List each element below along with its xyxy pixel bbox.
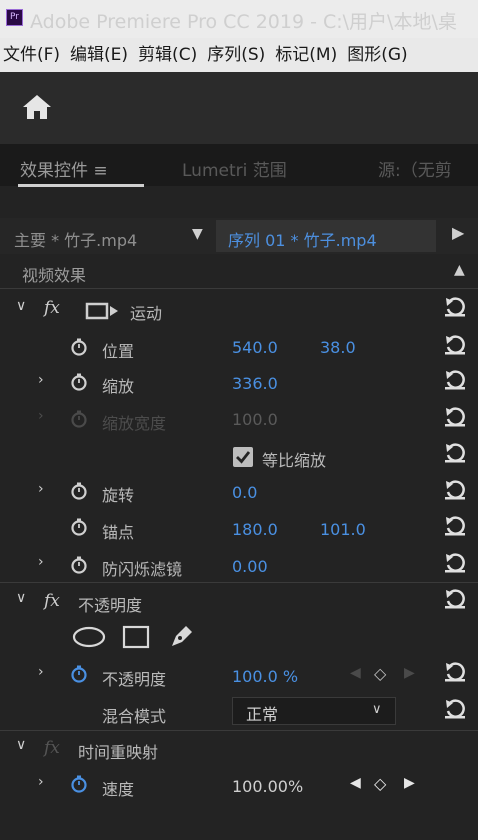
- reset-icon[interactable]: [444, 297, 466, 317]
- scale-label: 缩放: [102, 377, 135, 396]
- opacity-value[interactable]: 100.0 %: [232, 667, 298, 686]
- anti-flicker-label: 防闪烁滤镜: [102, 560, 183, 579]
- sequence-clip-label[interactable]: 序列 01 * 竹子.mp4: [228, 227, 377, 251]
- menu-sequence[interactable]: 序列(S): [204, 38, 272, 72]
- scale-width-value: 100.0: [232, 410, 278, 429]
- pen-mask-icon[interactable]: [168, 622, 196, 650]
- collapse-opacity-caret-icon[interactable]: ∨: [16, 590, 26, 606]
- speed-label: 速度: [102, 780, 135, 799]
- menu-bar: 文件(F) 编辑(E) 剪辑(C) 序列(S) 标记(M) 图形(G): [0, 38, 478, 72]
- reset-icon[interactable]: [444, 589, 466, 609]
- rotation-value[interactable]: 0.0: [232, 483, 257, 502]
- play-right-icon[interactable]: ▶: [452, 223, 464, 242]
- reset-icon[interactable]: [444, 480, 466, 500]
- fx-toggle-icon[interactable]: fx: [44, 591, 60, 611]
- prev-keyframe-icon[interactable]: ◀: [350, 665, 361, 681]
- workspace-bar: [0, 72, 478, 144]
- stopwatch-icon[interactable]: [70, 518, 88, 536]
- blend-mode-label: 混合模式: [102, 707, 167, 726]
- anti-flicker-value[interactable]: 0.00: [232, 557, 268, 576]
- tab-source[interactable]: 源:（无剪: [378, 156, 452, 181]
- fx-toggle-icon: fx: [44, 738, 60, 758]
- speed-value[interactable]: 100.00%: [232, 777, 303, 796]
- blend-mode-value: 正常: [246, 705, 279, 724]
- stopwatch-icon[interactable]: [70, 373, 88, 391]
- expand-caret-icon[interactable]: ›: [38, 481, 44, 497]
- reset-icon[interactable]: [444, 553, 466, 573]
- anchor-y-value[interactable]: 101.0: [320, 520, 366, 539]
- collapse-motion-caret-icon[interactable]: ∨: [16, 298, 26, 314]
- scale-width-label: 缩放宽度: [102, 414, 167, 433]
- menu-markers[interactable]: 标记(M): [272, 38, 344, 72]
- stopwatch-icon[interactable]: [70, 482, 88, 500]
- position-y-value[interactable]: 38.0: [320, 338, 356, 357]
- tab-effect-controls[interactable]: 效果控件 ≡: [20, 156, 108, 181]
- reset-icon[interactable]: [444, 407, 466, 427]
- menu-graphics[interactable]: 图形(G): [344, 38, 414, 72]
- transform-box-icon[interactable]: [85, 301, 121, 321]
- stopwatch-active-icon[interactable]: [70, 775, 88, 793]
- rectangle-mask-icon[interactable]: [122, 625, 150, 649]
- stopwatch-icon[interactable]: [70, 556, 88, 574]
- stopwatch-active-icon[interactable]: [70, 665, 88, 683]
- collapse-time-remap-caret-icon[interactable]: ∨: [16, 737, 26, 753]
- menu-file[interactable]: 文件(F): [0, 38, 67, 72]
- expand-caret-icon[interactable]: ›: [38, 408, 44, 424]
- next-keyframe-icon[interactable]: ▶: [404, 775, 415, 791]
- fx-toggle-icon[interactable]: fx: [44, 298, 60, 318]
- next-keyframe-icon[interactable]: ▶: [404, 665, 415, 681]
- reset-icon[interactable]: [444, 662, 466, 682]
- opacity-label: 不透明度: [102, 670, 167, 689]
- master-clip-label[interactable]: 主要 * 竹子.mp4: [14, 227, 137, 251]
- scale-value[interactable]: 336.0: [232, 374, 278, 393]
- reset-icon[interactable]: [444, 443, 466, 463]
- reset-icon[interactable]: [444, 699, 466, 719]
- expand-caret-icon[interactable]: ›: [38, 372, 44, 388]
- uniform-scale-checkbox[interactable]: [232, 446, 254, 468]
- divider: [0, 730, 478, 731]
- divider: [0, 582, 478, 583]
- expand-caret-icon[interactable]: ›: [38, 554, 44, 570]
- anchor-x-value[interactable]: 180.0: [232, 520, 278, 539]
- motion-label: 运动: [130, 304, 163, 323]
- premiere-logo-icon: Pr: [6, 9, 23, 26]
- chevron-down-icon[interactable]: ∨: [372, 702, 382, 717]
- position-label: 位置: [102, 342, 135, 361]
- opacity-group-label: 不透明度: [78, 596, 143, 615]
- anchor-point-label: 锚点: [102, 523, 135, 542]
- scroll-up-icon[interactable]: ▲: [454, 262, 465, 278]
- stopwatch-icon[interactable]: [70, 338, 88, 356]
- rotation-label: 旋转: [102, 486, 135, 505]
- home-icon[interactable]: [22, 94, 52, 120]
- expand-caret-icon[interactable]: ›: [38, 664, 44, 680]
- reset-icon[interactable]: [444, 370, 466, 390]
- add-keyframe-icon[interactable]: ◇: [374, 664, 386, 683]
- stopwatch-icon: [71, 410, 87, 428]
- reset-icon[interactable]: [444, 516, 466, 536]
- uniform-scale-label[interactable]: 等比缩放: [262, 447, 326, 471]
- time-remap-label: 时间重映射: [78, 743, 159, 762]
- menu-edit[interactable]: 编辑(E): [67, 38, 135, 72]
- reset-icon[interactable]: [444, 335, 466, 355]
- prev-keyframe-icon[interactable]: ◀: [350, 775, 361, 791]
- window-title: Adobe Premiere Pro CC 2019 - C:\用户\本地\桌: [30, 11, 457, 33]
- expand-caret-icon[interactable]: ›: [38, 774, 44, 790]
- divider: [0, 288, 478, 289]
- chevron-down-icon[interactable]: ▼: [192, 226, 203, 242]
- video-effects-heading: 视频效果: [22, 266, 87, 285]
- ellipse-mask-icon[interactable]: [72, 626, 106, 648]
- position-x-value[interactable]: 540.0: [232, 338, 278, 357]
- active-tab-indicator: [18, 184, 144, 187]
- add-keyframe-icon[interactable]: ◇: [374, 774, 386, 793]
- tab-lumetri-scopes[interactable]: Lumetri 范围: [182, 156, 287, 181]
- menu-clip[interactable]: 剪辑(C): [135, 38, 204, 72]
